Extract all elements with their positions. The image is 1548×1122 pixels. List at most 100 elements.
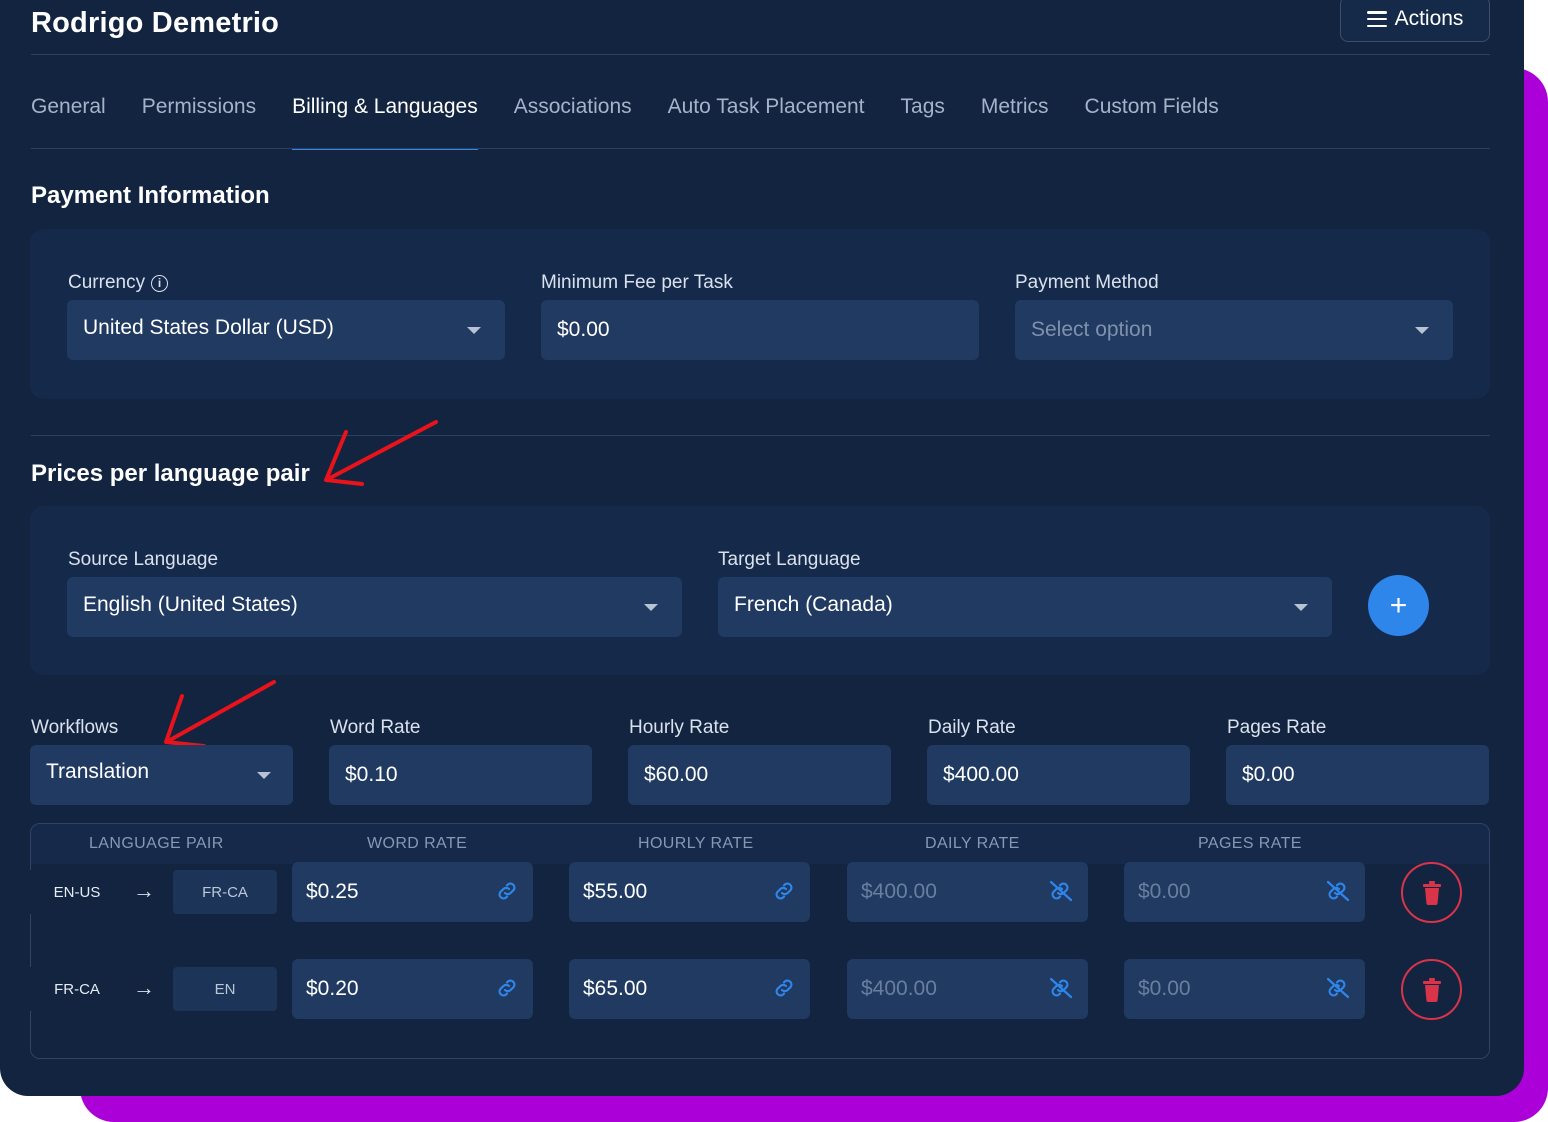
- column-header-pages-rate: PAGES RATE: [1198, 835, 1302, 852]
- header-divider: [31, 54, 1490, 55]
- column-header-hourly-rate: HOURLY RATE: [638, 835, 754, 852]
- target-language-select[interactable]: French (Canada): [718, 577, 1332, 637]
- row-hourly-rate-value: $65.00: [583, 977, 648, 1000]
- chevron-down-icon: [467, 327, 481, 334]
- tabs-divider: [31, 148, 1490, 149]
- chevron-down-icon: [1294, 604, 1308, 611]
- row-hourly-rate-input[interactable]: $65.00: [569, 959, 810, 1019]
- table-header: LANGUAGE PAIR WORD RATE HOURLY RATE DAIL…: [31, 824, 1489, 864]
- source-language-chip: FR-CA: [25, 967, 129, 1011]
- trash-icon: [1422, 977, 1441, 1002]
- currency-label: Currency i: [68, 272, 169, 294]
- unlink-icon[interactable]: [1325, 977, 1351, 999]
- column-header-daily-rate: DAILY RATE: [925, 835, 1020, 852]
- page-title: Rodrigo Demetrio: [31, 7, 280, 39]
- hourly-rate-value: $60.00: [644, 763, 709, 786]
- min-fee-label: Minimum Fee per Task: [541, 272, 733, 293]
- red-arrow-annotation: [324, 420, 438, 486]
- column-header-word-rate: WORD RATE: [367, 835, 468, 852]
- row-hourly-rate-input[interactable]: $55.00: [569, 862, 810, 922]
- daily-rate-value: $400.00: [943, 763, 1019, 786]
- workflows-label: Workflows: [31, 717, 119, 738]
- currency-value: United States Dollar (USD): [83, 316, 334, 339]
- delete-row-button[interactable]: [1401, 959, 1462, 1020]
- tab-tags[interactable]: Tags: [901, 92, 945, 150]
- min-fee-value: $0.00: [557, 318, 610, 341]
- workflows-select[interactable]: Translation: [30, 745, 293, 805]
- unlink-icon[interactable]: [1048, 880, 1074, 902]
- arrow-right-icon: →: [133, 878, 155, 903]
- row-pages-rate-input[interactable]: $0.00: [1124, 862, 1365, 922]
- link-icon[interactable]: [495, 977, 519, 999]
- link-icon[interactable]: [772, 880, 796, 902]
- prices-section-title: Prices per language pair: [31, 460, 310, 487]
- row-word-rate-value: $0.20: [306, 977, 359, 1000]
- payment-method-placeholder: Select option: [1031, 318, 1153, 341]
- row-daily-rate-input[interactable]: $400.00: [847, 959, 1088, 1019]
- payment-method-label: Payment Method: [1015, 272, 1159, 293]
- target-language-chip: FR-CA: [173, 870, 277, 914]
- row-pages-rate-value: $0.00: [1138, 880, 1191, 903]
- pages-rate-input[interactable]: $0.00: [1226, 745, 1489, 805]
- actions-label: Actions: [1394, 7, 1464, 30]
- delete-row-button[interactable]: [1401, 862, 1462, 923]
- pages-rate-value: $0.00: [1242, 763, 1295, 786]
- row-daily-rate-value: $400.00: [861, 977, 937, 1000]
- pages-rate-label: Pages Rate: [1227, 717, 1327, 738]
- table-row: FR-CA → EN $0.20 $65.00 $400.00 $0.00: [25, 957, 1485, 1033]
- daily-rate-label: Daily Rate: [928, 717, 1016, 738]
- tab-permissions[interactable]: Permissions: [142, 92, 256, 150]
- source-language-value: English (United States): [83, 593, 298, 616]
- row-pages-rate-value: $0.00: [1138, 977, 1191, 1000]
- row-hourly-rate-value: $55.00: [583, 880, 648, 903]
- row-word-rate-value: $0.25: [306, 880, 359, 903]
- currency-select[interactable]: United States Dollar (USD): [67, 300, 505, 360]
- section-divider: [31, 435, 1490, 436]
- target-language-chip: EN: [173, 967, 277, 1011]
- unlink-icon[interactable]: [1325, 880, 1351, 902]
- plus-icon: +: [1389, 588, 1408, 622]
- row-pages-rate-input[interactable]: $0.00: [1124, 959, 1365, 1019]
- payment-method-select[interactable]: Select option: [1015, 300, 1453, 360]
- tab-associations[interactable]: Associations: [514, 92, 632, 150]
- hamburger-icon: [1366, 11, 1387, 27]
- source-language-chip: EN-US: [25, 870, 129, 914]
- language-pair-card: Source Language English (United States) …: [30, 506, 1490, 675]
- workflows-value: Translation: [46, 760, 150, 783]
- payment-section-title: Payment Information: [31, 182, 270, 209]
- tab-metrics[interactable]: Metrics: [981, 92, 1049, 150]
- tab-billing-languages[interactable]: Billing & Languages: [292, 92, 478, 150]
- hourly-rate-label: Hourly Rate: [629, 717, 730, 738]
- link-icon[interactable]: [495, 880, 519, 902]
- row-daily-rate-value: $400.00: [861, 880, 937, 903]
- column-header-language-pair: LANGUAGE PAIR: [89, 835, 224, 852]
- source-language-label: Source Language: [68, 549, 219, 570]
- source-language-select[interactable]: English (United States): [67, 577, 682, 637]
- table-row: EN-US → FR-CA $0.25 $55.00 $400.00 $0.00: [25, 860, 1485, 936]
- row-word-rate-input[interactable]: $0.20: [292, 959, 533, 1019]
- target-language-label: Target Language: [718, 549, 861, 570]
- add-language-pair-button[interactable]: +: [1368, 575, 1429, 636]
- payment-card: Currency i United States Dollar (USD) Min…: [30, 229, 1490, 399]
- red-arrow-annotation: [164, 680, 276, 748]
- arrow-right-icon: →: [133, 975, 155, 1000]
- tab-auto-task-placement[interactable]: Auto Task Placement: [668, 92, 865, 150]
- target-language-value: French (Canada): [734, 593, 893, 616]
- row-word-rate-input[interactable]: $0.25: [292, 862, 533, 922]
- actions-button[interactable]: Actions: [1340, 0, 1490, 42]
- min-fee-input[interactable]: $0.00: [541, 300, 979, 360]
- info-icon[interactable]: i: [151, 275, 169, 292]
- chevron-down-icon: [1415, 327, 1429, 334]
- chevron-down-icon: [644, 604, 658, 611]
- trash-icon: [1422, 880, 1441, 905]
- word-rate-input[interactable]: $0.10: [329, 745, 592, 805]
- tab-custom-fields[interactable]: Custom Fields: [1085, 92, 1219, 150]
- unlink-icon[interactable]: [1048, 977, 1074, 999]
- tab-bar: General Permissions Billing & Languages …: [31, 92, 1219, 150]
- link-icon[interactable]: [772, 977, 796, 999]
- tab-general[interactable]: General: [31, 92, 106, 150]
- hourly-rate-input[interactable]: $60.00: [628, 745, 891, 805]
- daily-rate-input[interactable]: $400.00: [927, 745, 1190, 805]
- word-rate-value: $0.10: [345, 763, 398, 786]
- row-daily-rate-input[interactable]: $400.00: [847, 862, 1088, 922]
